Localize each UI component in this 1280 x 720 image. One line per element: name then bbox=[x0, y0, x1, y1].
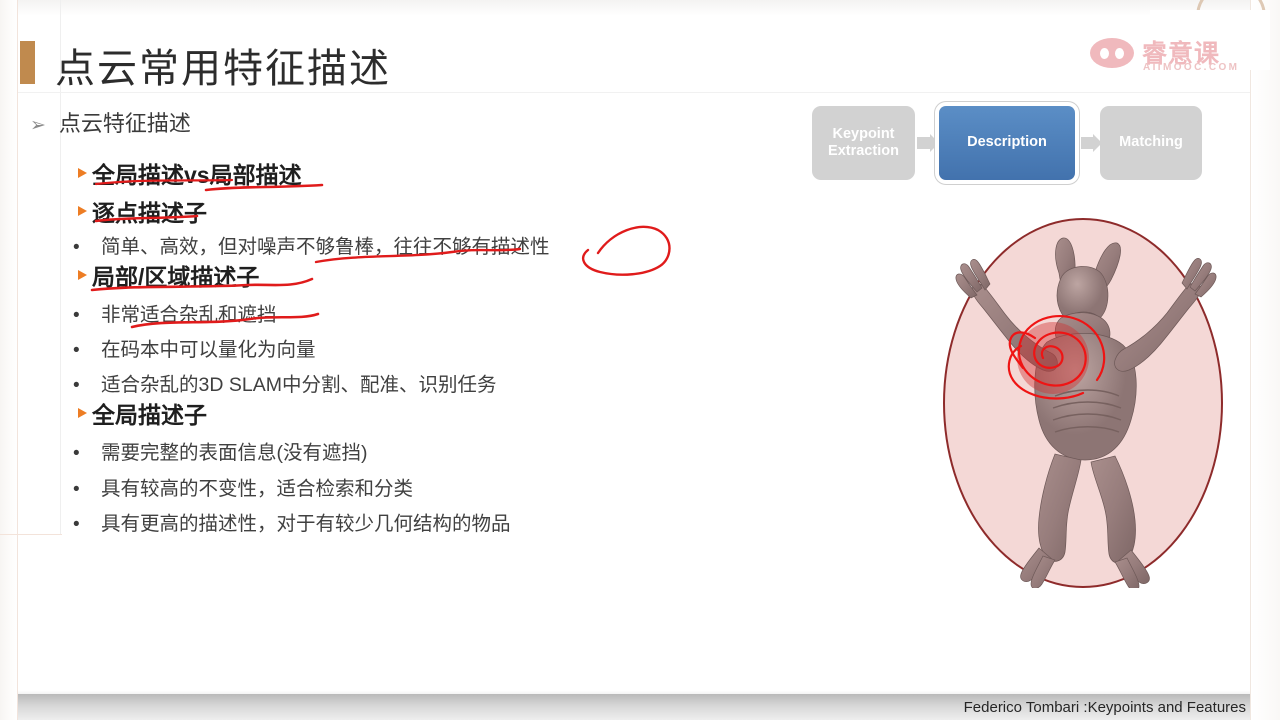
title-accent-bar bbox=[20, 41, 35, 84]
list-item: • 在码本中可以量化为向量 bbox=[73, 333, 316, 362]
title-divider bbox=[18, 92, 1250, 93]
page-right-edge bbox=[1251, 0, 1280, 720]
dot-bullet-icon: • bbox=[73, 514, 80, 535]
page-title: 点云常用特征描述 bbox=[55, 47, 391, 91]
list-item: • 简单、高效，但对噪声不够鲁棒，往往不够有描述性 bbox=[73, 230, 550, 259]
section-heading-global: 全局描述子 bbox=[78, 396, 207, 430]
list-item: • 适合杂乱的3D SLAM中分割、配准、识别任务 bbox=[73, 368, 496, 397]
nostril-icon bbox=[1115, 48, 1124, 59]
list-item-label: 具有更高的描述性，对于有较少几何结构的物品 bbox=[101, 513, 511, 535]
armadillo-model-icon bbox=[955, 237, 1217, 588]
dot-bullet-icon: • bbox=[73, 305, 80, 326]
list-item-label: 非常适合杂乱和遮挡 bbox=[101, 304, 277, 326]
section-label: 局部/区域描述子 bbox=[92, 264, 260, 290]
pipeline-step-matching[interactable]: Matching bbox=[1100, 106, 1202, 180]
list-item-label: 在码本中可以量化为向量 bbox=[101, 339, 316, 361]
armadillo-figure bbox=[943, 218, 1223, 588]
triangle-bullet-icon bbox=[78, 168, 87, 178]
dot-bullet-icon: • bbox=[73, 479, 80, 500]
pipeline-diagram: Keypoint Extraction Description Matching bbox=[812, 106, 1202, 182]
list-item-label: 需要完整的表面信息(没有遮挡) bbox=[101, 442, 368, 464]
dot-bullet-icon: • bbox=[73, 443, 80, 464]
triangle-bullet-icon bbox=[78, 270, 87, 280]
footer-credit: Federico Tombari :Keypoints and Features bbox=[963, 699, 1246, 716]
list-item: • 具有更高的描述性，对于有较少几何结构的物品 bbox=[73, 507, 511, 536]
triangle-bullet-icon bbox=[78, 408, 87, 418]
outline-heading-row: ➢ 点云特征描述 bbox=[30, 106, 191, 138]
list-item-label: 简单、高效，但对噪声不够鲁棒，往往不够有描述性 bbox=[101, 236, 550, 258]
list-item: • 需要完整的表面信息(没有遮挡) bbox=[73, 436, 368, 465]
pipeline-step-keypoint-extraction[interactable]: Keypoint Extraction bbox=[812, 106, 915, 180]
list-item-label: 适合杂乱的3D SLAM中分割、配准、识别任务 bbox=[101, 374, 497, 396]
section-label: 全局描述子 bbox=[92, 402, 207, 428]
section-label: 全局描述vs局部描述 bbox=[92, 162, 302, 188]
left-mid-rule bbox=[0, 534, 62, 535]
section-heading-local-region: 局部/区域描述子 bbox=[78, 258, 259, 292]
dot-bullet-icon: • bbox=[73, 340, 80, 361]
triangle-bullet-icon bbox=[78, 206, 87, 216]
outline-arrow-icon: ➢ bbox=[30, 115, 46, 136]
top-band bbox=[18, 0, 1250, 16]
list-item: • 具有较高的不变性，适合检索和分类 bbox=[73, 472, 413, 501]
page-left-rule bbox=[17, 0, 18, 720]
nostril-icon bbox=[1100, 48, 1109, 59]
list-item: • 非常适合杂乱和遮挡 bbox=[73, 298, 277, 327]
pipeline-step-description[interactable]: Description bbox=[939, 106, 1075, 180]
brand-name-en: AIIMOOC.COM bbox=[1143, 62, 1240, 73]
brand-logo: 睿意课 AIIMOOC.COM bbox=[1090, 34, 1240, 74]
pipeline-arrow-icon bbox=[917, 134, 939, 152]
pipeline-arrow-icon bbox=[1081, 134, 1102, 152]
section-heading-pointwise: 逐点描述子 bbox=[78, 194, 207, 228]
page-left-edge bbox=[0, 0, 18, 720]
section-heading-global-vs-local: 全局描述vs局部描述 bbox=[78, 156, 302, 190]
dot-bullet-icon: • bbox=[73, 375, 80, 396]
dot-bullet-icon: • bbox=[73, 237, 80, 258]
section-label: 逐点描述子 bbox=[92, 200, 207, 226]
list-item-label: 具有较高的不变性，适合检索和分类 bbox=[101, 478, 414, 500]
slide-canvas: 点云常用特征描述 ➢ 点云特征描述 全局描述vs局部描述 逐点描述子 • 简单、… bbox=[0, 0, 1280, 720]
outline-heading-label: 点云特征描述 bbox=[58, 111, 191, 136]
pig-nose-icon bbox=[1090, 38, 1134, 68]
